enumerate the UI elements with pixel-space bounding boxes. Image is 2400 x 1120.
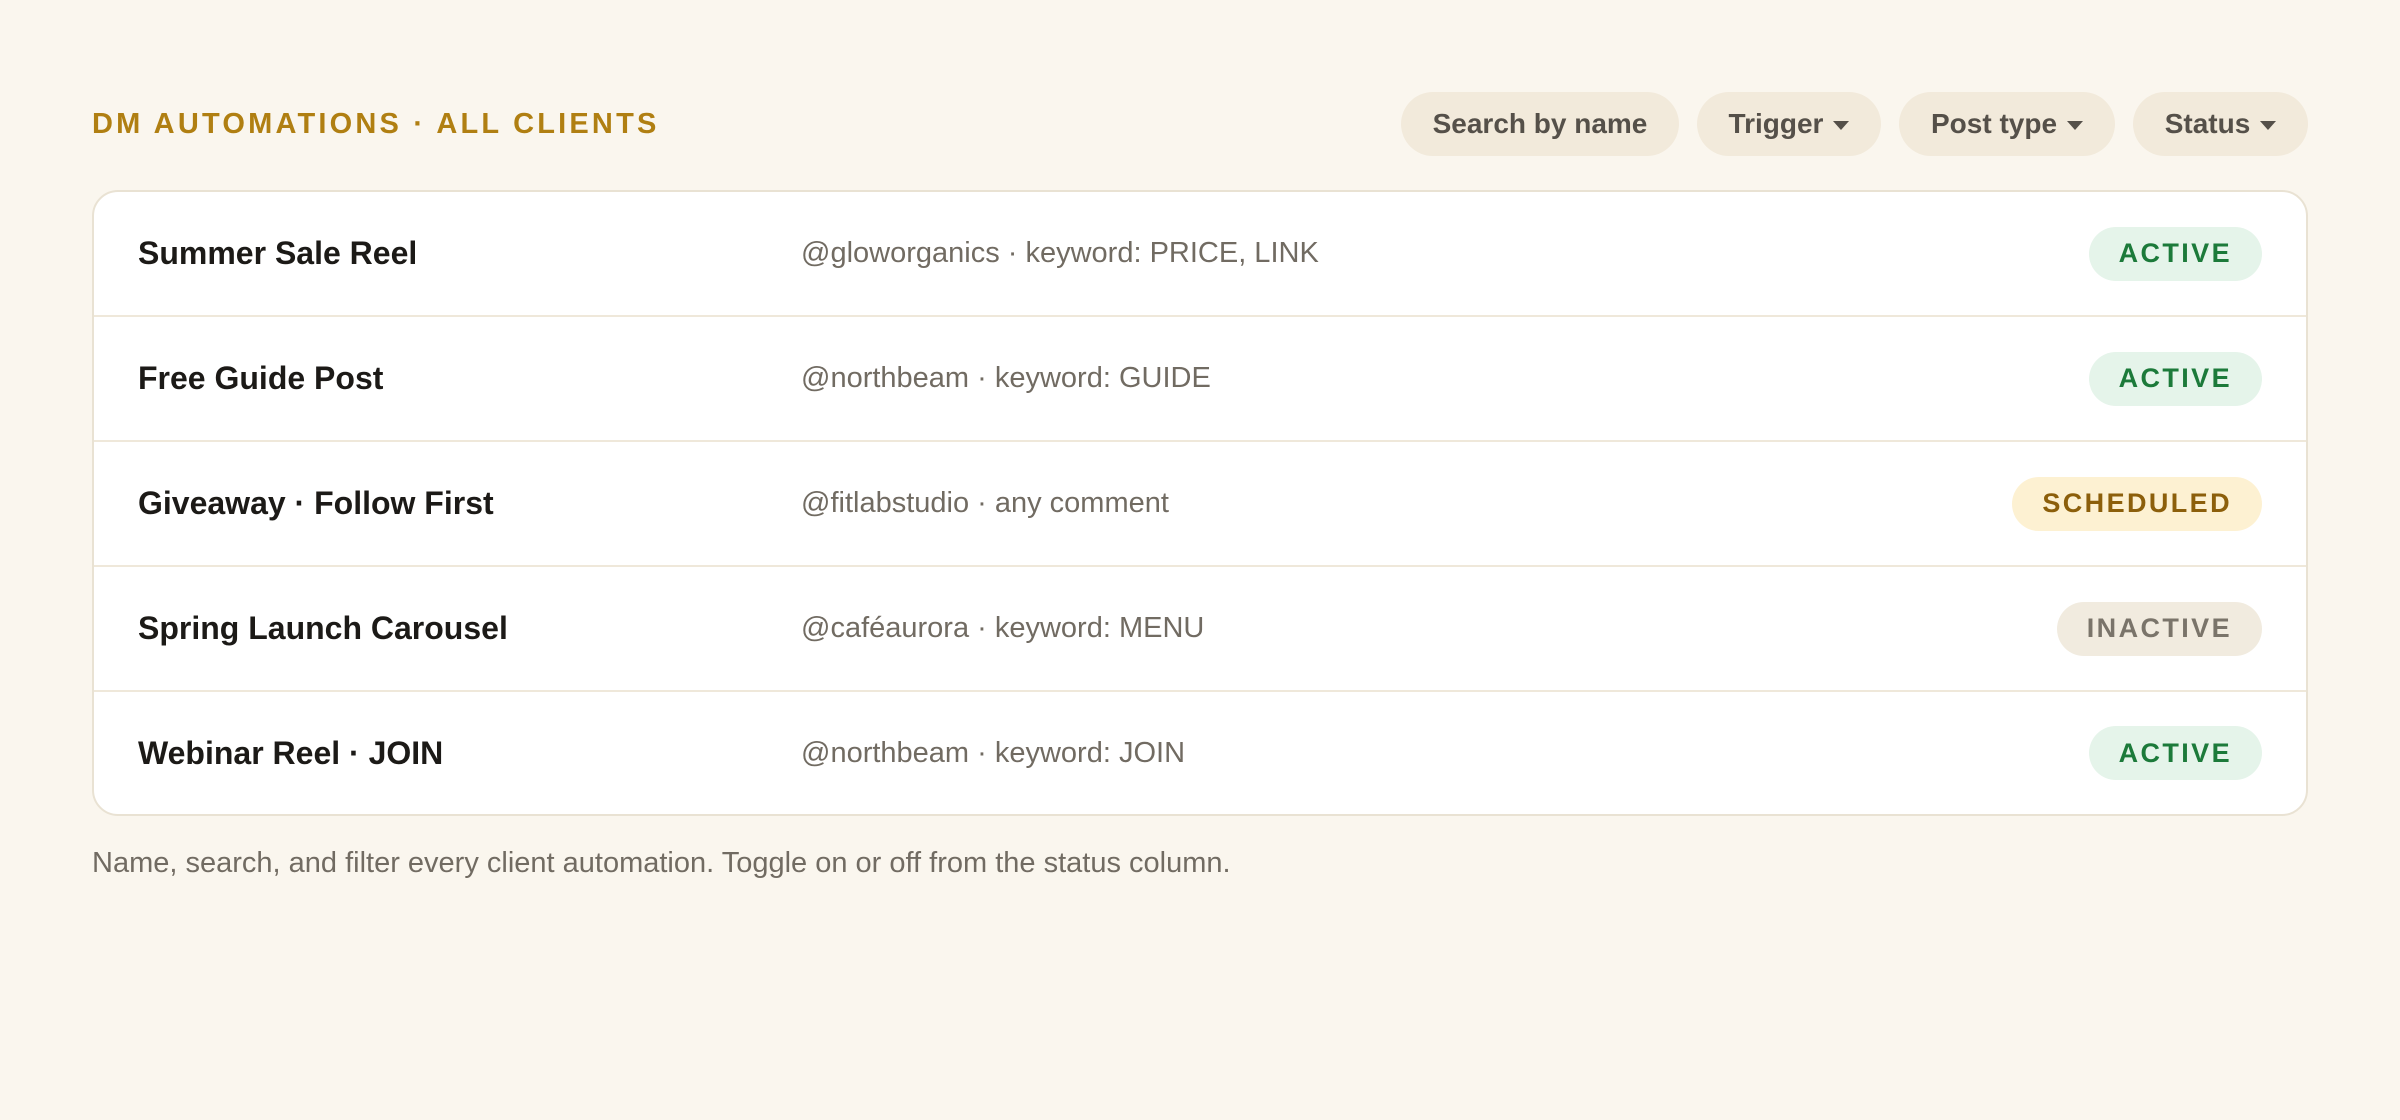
- automation-account-trigger: @caféaurora · keyword: MENU: [801, 612, 1205, 644]
- search-by-name-button[interactable]: Search by name: [1401, 92, 1679, 156]
- status-badge[interactable]: ACTIVE: [2088, 226, 2262, 281]
- page-title: DM AUTOMATIONS · ALL CLIENTS: [92, 107, 660, 140]
- search-by-name-label: Search by name: [1432, 108, 1648, 139]
- trigger-filter-dropdown[interactable]: Trigger: [1697, 92, 1881, 156]
- help-text: Name, search, and filter every client au…: [92, 847, 1231, 879]
- automation-name: Summer Sale Reel: [138, 235, 418, 271]
- status-badge[interactable]: ACTIVE: [2088, 726, 2262, 780]
- status-badge[interactable]: INACTIVE: [2056, 601, 2262, 656]
- filter-bar: Search by name Trigger Post type Status: [1401, 92, 2308, 156]
- automation-account-trigger: @northbeam · keyword: GUIDE: [801, 362, 1211, 394]
- chevron-down-icon: [1833, 120, 1850, 130]
- table-row[interactable]: Spring Launch Carousel @caféaurora · key…: [94, 567, 2306, 692]
- table-row[interactable]: Giveaway · Follow First @fitlabstudio · …: [94, 442, 2306, 567]
- table-row[interactable]: Summer Sale Reel @gloworganics · keyword…: [94, 192, 2306, 317]
- status-badge[interactable]: ACTIVE: [2088, 351, 2262, 406]
- automation-account-trigger: @northbeam · keyword: JOIN: [801, 736, 1186, 769]
- status-filter-dropdown[interactable]: Status: [2133, 92, 2308, 156]
- automations-table: Summer Sale Reel @gloworganics · keyword…: [92, 190, 2308, 816]
- table-row[interactable]: Free Guide Post @northbeam · keyword: GU…: [94, 317, 2306, 442]
- chevron-down-icon: [2260, 120, 2277, 130]
- automation-name: Free Guide Post: [138, 360, 384, 396]
- automation-name: Spring Launch Carousel: [138, 610, 508, 646]
- post-type-filter-label: Post type: [1930, 108, 2058, 139]
- automation-name: Webinar Reel · JOIN: [138, 734, 444, 771]
- table-row[interactable]: Webinar Reel · JOIN @northbeam · keyword…: [94, 692, 2306, 814]
- chevron-down-icon: [2067, 120, 2084, 130]
- page: DM AUTOMATIONS · ALL CLIENTS Search by n…: [0, 0, 2400, 1120]
- trigger-filter-label: Trigger: [1728, 108, 1824, 139]
- automation-account-trigger: @gloworganics · keyword: PRICE, LINK: [801, 237, 1319, 269]
- page-header: DM AUTOMATIONS · ALL CLIENTS Search by n…: [92, 91, 2308, 157]
- status-filter-label: Status: [2164, 108, 2251, 139]
- automation-name: Giveaway · Follow First: [138, 485, 494, 521]
- status-badge[interactable]: SCHEDULED: [2012, 476, 2262, 531]
- automation-account-trigger: @fitlabstudio · any comment: [801, 487, 1169, 519]
- post-type-filter-dropdown[interactable]: Post type: [1899, 92, 2115, 156]
